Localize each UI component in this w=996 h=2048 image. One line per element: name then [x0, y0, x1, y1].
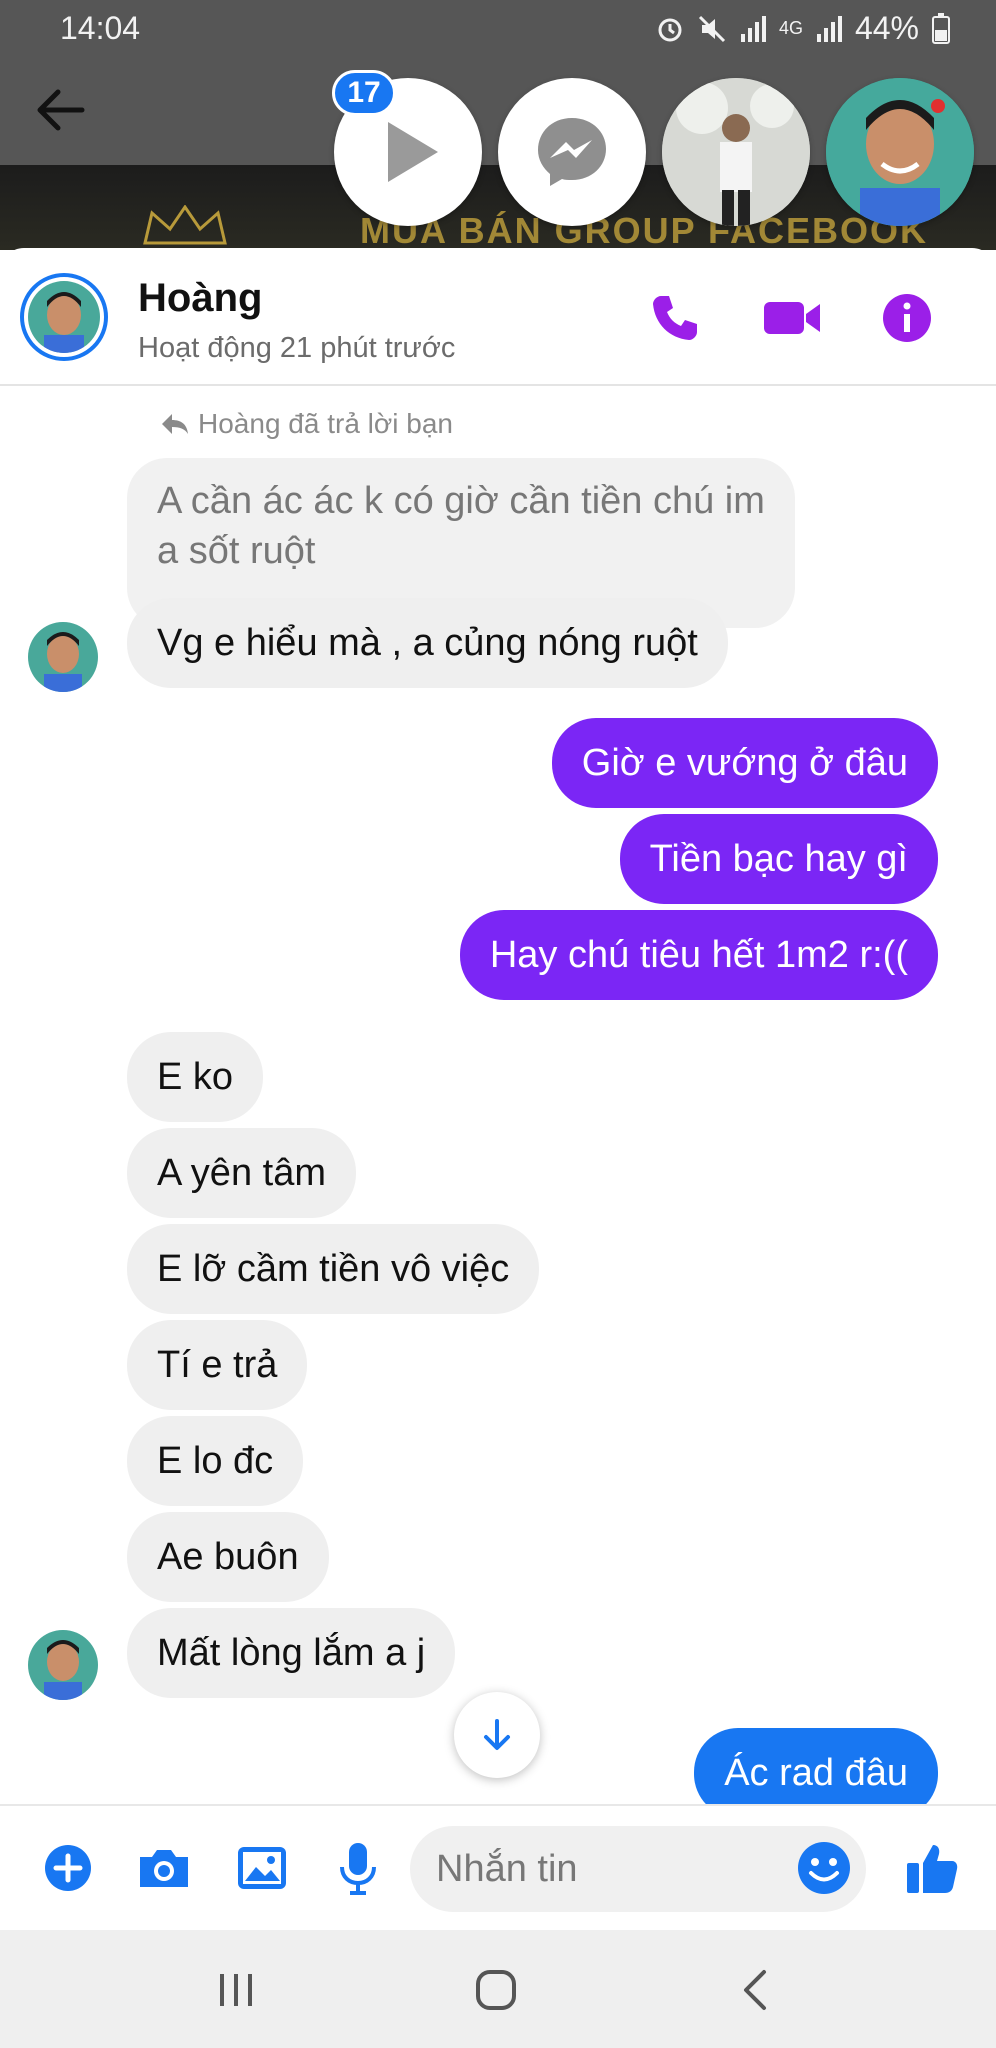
messenger-icon: [538, 118, 606, 186]
chat-header: Hoàng Hoạt động 21 phút trước: [0, 248, 996, 386]
camera-icon: [140, 1850, 188, 1887]
message-bubble[interactable]: Vg e hiểu mà , a củng nóng ruột: [127, 598, 728, 688]
image-icon: [238, 1847, 286, 1889]
battery-icon: [932, 12, 950, 44]
message-bubble[interactable]: Mất lòng lắm a j: [127, 1608, 456, 1698]
alarm-icon: [658, 18, 682, 41]
plus-icon: [45, 1845, 91, 1891]
camera-button[interactable]: [132, 1836, 196, 1900]
microphone-icon: [340, 1843, 376, 1895]
gallery-button[interactable]: [230, 1836, 294, 1900]
contact-status: Hoạt động 21 phút trước: [138, 332, 456, 364]
contact-name[interactable]: Hoàng: [138, 276, 262, 321]
emoji-icon[interactable]: [796, 1840, 852, 1896]
message-bubble[interactable]: Ác rad đâu: [694, 1728, 938, 1804]
call-button[interactable]: [645, 288, 705, 348]
nav-back-button[interactable]: [726, 1960, 786, 2020]
reply-note-text: Hoàng đã trả lời bạn: [198, 408, 453, 439]
person-photo-icon: [826, 78, 974, 226]
battery-percent: 44%: [854, 10, 919, 46]
voice-button[interactable]: [326, 1836, 390, 1900]
play-icon: [388, 122, 438, 182]
message-avatar[interactable]: [28, 622, 98, 692]
signal-icon-2: [816, 15, 842, 42]
signal-icon: [740, 15, 766, 42]
message-bubble[interactable]: A yên tâm: [127, 1128, 356, 1218]
phone-icon: [653, 296, 697, 340]
avatar: [28, 622, 98, 692]
home-icon: [476, 1970, 516, 2010]
scroll-to-bottom-button[interactable]: [454, 1692, 540, 1778]
crown-icon: [143, 205, 227, 245]
info-button[interactable]: [877, 288, 937, 348]
info-icon: [883, 294, 931, 342]
back-arrow-icon[interactable]: [30, 80, 90, 140]
message-bubble[interactable]: Hay chú tiêu hết 1m2 r:((: [459, 910, 938, 1000]
status-icons: 4G 44%: [655, 10, 951, 47]
avatar: [28, 281, 100, 353]
thumbs-up-icon: [907, 1845, 958, 1893]
message-bubble[interactable]: Tí e trả: [127, 1320, 308, 1410]
reply-note: Hoàng đã trả lời bạn: [160, 408, 453, 440]
status-time: 14:04: [60, 10, 141, 46]
message-bubble[interactable]: Tiền bạc hay gì: [619, 814, 938, 904]
video-call-button[interactable]: [762, 288, 822, 348]
nav-back-icon: [744, 1970, 766, 2010]
chat-head-contact-1[interactable]: [662, 78, 810, 226]
message-bubble[interactable]: Ae buôn: [127, 1512, 329, 1602]
person-photo-icon: [662, 78, 810, 226]
chat-head-messenger[interactable]: [498, 78, 646, 226]
message-list[interactable]: Hoàng đã trả lời bạn A cần ác ác k có gi…: [0, 386, 996, 1804]
avatar: [28, 1630, 98, 1700]
recents-button[interactable]: [206, 1960, 266, 2020]
message-bubble[interactable]: Giờ e vướng ở đâu: [551, 718, 938, 808]
video-icon: [764, 302, 820, 334]
banner-text: MUA BÁN GROUP FACEBOOK: [360, 210, 929, 250]
message-bubble[interactable]: E ko: [127, 1032, 264, 1122]
home-button[interactable]: [466, 1960, 526, 2020]
like-button[interactable]: [900, 1836, 964, 1900]
composer: [0, 1804, 996, 1930]
message-bubble[interactable]: E lỡ cầm tiền vô việc: [127, 1224, 540, 1314]
message-avatar[interactable]: [28, 1630, 98, 1700]
top-overlay: MUA BÁN GROUP FACEBOOK 14:04 4G 44% 17: [0, 0, 996, 250]
mute-icon: [698, 15, 725, 42]
chat-head-contact-2[interactable]: [826, 78, 974, 226]
reply-icon: [162, 414, 188, 434]
chat-heads-badge: 17: [332, 70, 396, 116]
arrow-down-icon: [484, 1719, 510, 1750]
system-nav-bar: [0, 1930, 996, 2048]
network-type: 4G: [778, 18, 803, 38]
message-bubble[interactable]: E lo đc: [127, 1416, 304, 1506]
recents-icon: [220, 1974, 252, 2006]
header-avatar[interactable]: [20, 273, 108, 361]
more-actions-button[interactable]: [36, 1836, 100, 1900]
